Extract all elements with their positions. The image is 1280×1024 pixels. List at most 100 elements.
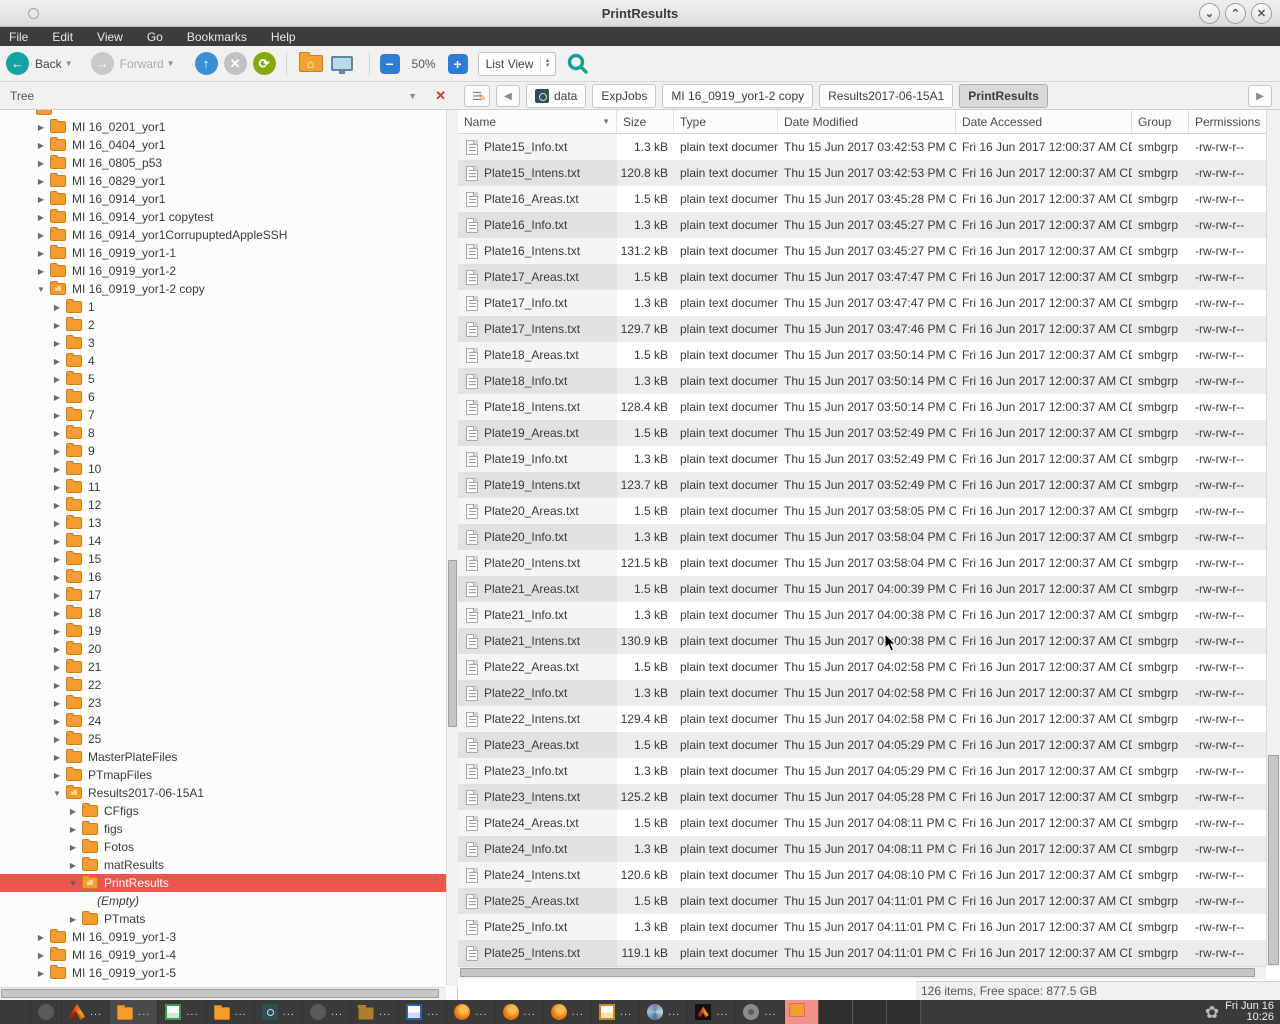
file-row-plate24-intens-txt[interactable]: Plate24_Intens.txt120.6 kBplain text doc… [458, 862, 1266, 888]
tree-item-8[interactable]: ▶8 [0, 424, 446, 442]
tree-expander-icon[interactable]: ▶ [66, 825, 80, 834]
tree-expander-icon[interactable]: ▶ [34, 159, 48, 168]
path-scroll-left-button[interactable]: ◀ [496, 85, 520, 107]
tree-expander-icon[interactable]: ▶ [34, 195, 48, 204]
tree-item-ptmats[interactable]: ▶PTmats [0, 910, 446, 928]
tree-expander-icon[interactable]: ▶ [50, 393, 64, 402]
tree-expander-icon[interactable]: ▶ [50, 447, 64, 456]
file-row-plate24-info-txt[interactable]: Plate24_Info.txt1.3 kBplain text documen… [458, 836, 1266, 862]
file-row-plate20-info-txt[interactable]: Plate20_Info.txt1.3 kBplain text documen… [458, 524, 1266, 550]
path-button-mi-copy[interactable]: MI 16_0919_yor1-2 copy [662, 84, 813, 108]
window-menu-icon[interactable] [28, 8, 39, 19]
tree-item-19[interactable]: ▶19 [0, 622, 446, 640]
search-icon[interactable] [566, 52, 590, 76]
tree-expander-icon[interactable]: ▶ [34, 969, 48, 978]
taskbar-window-2[interactable]: ... [158, 1000, 206, 1024]
maximize-button[interactable]: ⌃ [1225, 3, 1246, 24]
taskbar-window-10[interactable]: ... [544, 1000, 592, 1024]
tree-expander-icon[interactable]: ▶ [50, 645, 64, 654]
tree-expander-icon[interactable]: ▶ [34, 267, 48, 276]
tree-expander-icon[interactable]: ▶ [50, 681, 64, 690]
file-row-plate17-info-txt[interactable]: Plate17_Info.txt1.3 kBplain text documen… [458, 290, 1266, 316]
tree-expander-icon[interactable]: ▼ [50, 789, 64, 798]
tree-item-mi-16-0919-yor1-3[interactable]: ▶MI 16_0919_yor1-3 [0, 928, 446, 946]
tree-expander-icon[interactable]: ▶ [50, 411, 64, 420]
edit-location-button[interactable]: ☰✎ [464, 85, 490, 107]
forward-dropdown-icon[interactable]: ▼ [167, 59, 175, 68]
sidebar-close-icon[interactable]: ✕ [435, 88, 446, 104]
tree-item-mi-16-0919-yor1-2[interactable]: ▶MI 16_0919_yor1-2 [0, 262, 446, 280]
tree-item-partial[interactable] [0, 110, 446, 118]
zoom-out-icon[interactable]: − [380, 54, 400, 74]
menu-bookmarks[interactable]: Bookmarks [187, 30, 247, 44]
tree-item-7[interactable]: ▶7 [0, 406, 446, 424]
tree-expander-icon[interactable]: ▶ [34, 231, 48, 240]
tree-expander-icon[interactable]: ▶ [34, 951, 48, 960]
path-button-results[interactable]: Results2017-06-15A1 [819, 84, 953, 108]
clock[interactable]: Fri Jun 16 10:26 [1225, 1001, 1274, 1023]
file-row-plate17-areas-txt[interactable]: Plate17_Areas.txt1.5 kBplain text docume… [458, 264, 1266, 290]
taskbar-window-11[interactable]: ... [592, 1000, 640, 1024]
up-icon[interactable]: ↑ [195, 52, 218, 75]
tree-expander-icon[interactable]: ▶ [50, 501, 64, 510]
file-row-plate16-intens-txt[interactable]: Plate16_Intens.txt131.2 kBplain text doc… [458, 238, 1266, 264]
zoom-in-icon[interactable]: + [448, 54, 468, 74]
list-vscroll-thumb[interactable] [1268, 755, 1279, 965]
tree-expander-icon[interactable]: ▶ [50, 537, 64, 546]
file-row-plate17-intens-txt[interactable]: Plate17_Intens.txt129.7 kBplain text doc… [458, 316, 1266, 342]
tree-expander-icon[interactable]: ▶ [50, 555, 64, 564]
column-header-size[interactable]: Size [617, 110, 674, 133]
tree-item-3[interactable]: ▶3 [0, 334, 446, 352]
path-button-printresults[interactable]: PrintResults [959, 84, 1048, 108]
workspace-4[interactable] [887, 1000, 921, 1024]
tree-expander-icon[interactable]: ▶ [50, 429, 64, 438]
file-row-plate25-areas-txt[interactable]: Plate25_Areas.txt1.5 kBplain text docume… [458, 888, 1266, 914]
back-label[interactable]: Back [35, 57, 62, 71]
tree-expander-icon[interactable]: ▼ [66, 879, 80, 888]
tree-expander-icon[interactable]: ▶ [50, 321, 64, 330]
taskbar-window-13[interactable]: ... [688, 1000, 736, 1024]
file-row-plate25-info-txt[interactable]: Plate25_Info.txt1.3 kBplain text documen… [458, 914, 1266, 940]
tree-expander-icon[interactable]: ▶ [50, 627, 64, 636]
file-row-plate19-areas-txt[interactable]: Plate19_Areas.txt1.5 kBplain text docume… [458, 420, 1266, 446]
tree-item-1[interactable]: ▶1 [0, 298, 446, 316]
taskbar-window-6[interactable]: ... [351, 1000, 399, 1024]
file-row-plate16-areas-txt[interactable]: Plate16_Areas.txt1.5 kBplain text docume… [458, 186, 1266, 212]
tree-expander-icon[interactable]: ▶ [50, 573, 64, 582]
file-row-plate22-intens-txt[interactable]: Plate22_Intens.txt129.4 kBplain text doc… [458, 706, 1266, 732]
computer-icon[interactable] [331, 56, 353, 71]
taskbar-window-3[interactable]: ... [207, 1000, 255, 1024]
tree-item-results2017-06-15a1[interactable]: ▼Results2017-06-15A1 [0, 784, 446, 802]
home-icon[interactable]: ⌂ [299, 55, 323, 72]
file-row-plate18-info-txt[interactable]: Plate18_Info.txt1.3 kBplain text documen… [458, 368, 1266, 394]
tree-item-printresults[interactable]: ▼PrintResults [0, 874, 446, 892]
tree-item-mi-16-0919-yor1-4[interactable]: ▶MI 16_0919_yor1-4 [0, 946, 446, 964]
tree-item-16[interactable]: ▶16 [0, 568, 446, 586]
tree-expander-icon[interactable]: ▶ [66, 843, 80, 852]
taskbar-window-9[interactable]: ... [496, 1000, 544, 1024]
tree-expander-icon[interactable]: ▶ [50, 735, 64, 744]
file-row-plate20-intens-txt[interactable]: Plate20_Intens.txt121.5 kBplain text doc… [458, 550, 1266, 576]
tree-item-17[interactable]: ▶17 [0, 586, 446, 604]
tree-expander-icon[interactable]: ▶ [50, 303, 64, 312]
taskbar-window-4[interactable]: ... [255, 1000, 303, 1024]
tree-vertical-scrollbar[interactable] [446, 110, 458, 986]
tree-expander-icon[interactable]: ▶ [50, 465, 64, 474]
taskbar-window-12[interactable]: ... [640, 1000, 688, 1024]
tree-item-matresults[interactable]: ▶matResults [0, 856, 446, 874]
workspace-3[interactable] [853, 1000, 887, 1024]
tree-item-mi-16-0919-yor1-1[interactable]: ▶MI 16_0919_yor1-1 [0, 244, 446, 262]
taskbar-window-1[interactable]: ... [110, 1000, 158, 1024]
tree-item-mi-16-0829-yor1[interactable]: ▶MI 16_0829_yor1 [0, 172, 446, 190]
tree-expander-icon[interactable]: ▶ [50, 339, 64, 348]
tree-item-21[interactable]: ▶21 [0, 658, 446, 676]
list-vertical-scrollbar[interactable] [1266, 110, 1280, 966]
tree-item-14[interactable]: ▶14 [0, 532, 446, 550]
tree-expander-icon[interactable]: ▶ [50, 357, 64, 366]
tree-expander-icon[interactable]: ▶ [66, 861, 80, 870]
menu-view[interactable]: View [97, 30, 123, 44]
tree-expander-icon[interactable]: ▶ [50, 771, 64, 780]
taskbar-window-5[interactable]: ... [303, 1000, 351, 1024]
file-row-plate24-areas-txt[interactable]: Plate24_Areas.txt1.5 kBplain text docume… [458, 810, 1266, 836]
tree-item-11[interactable]: ▶11 [0, 478, 446, 496]
